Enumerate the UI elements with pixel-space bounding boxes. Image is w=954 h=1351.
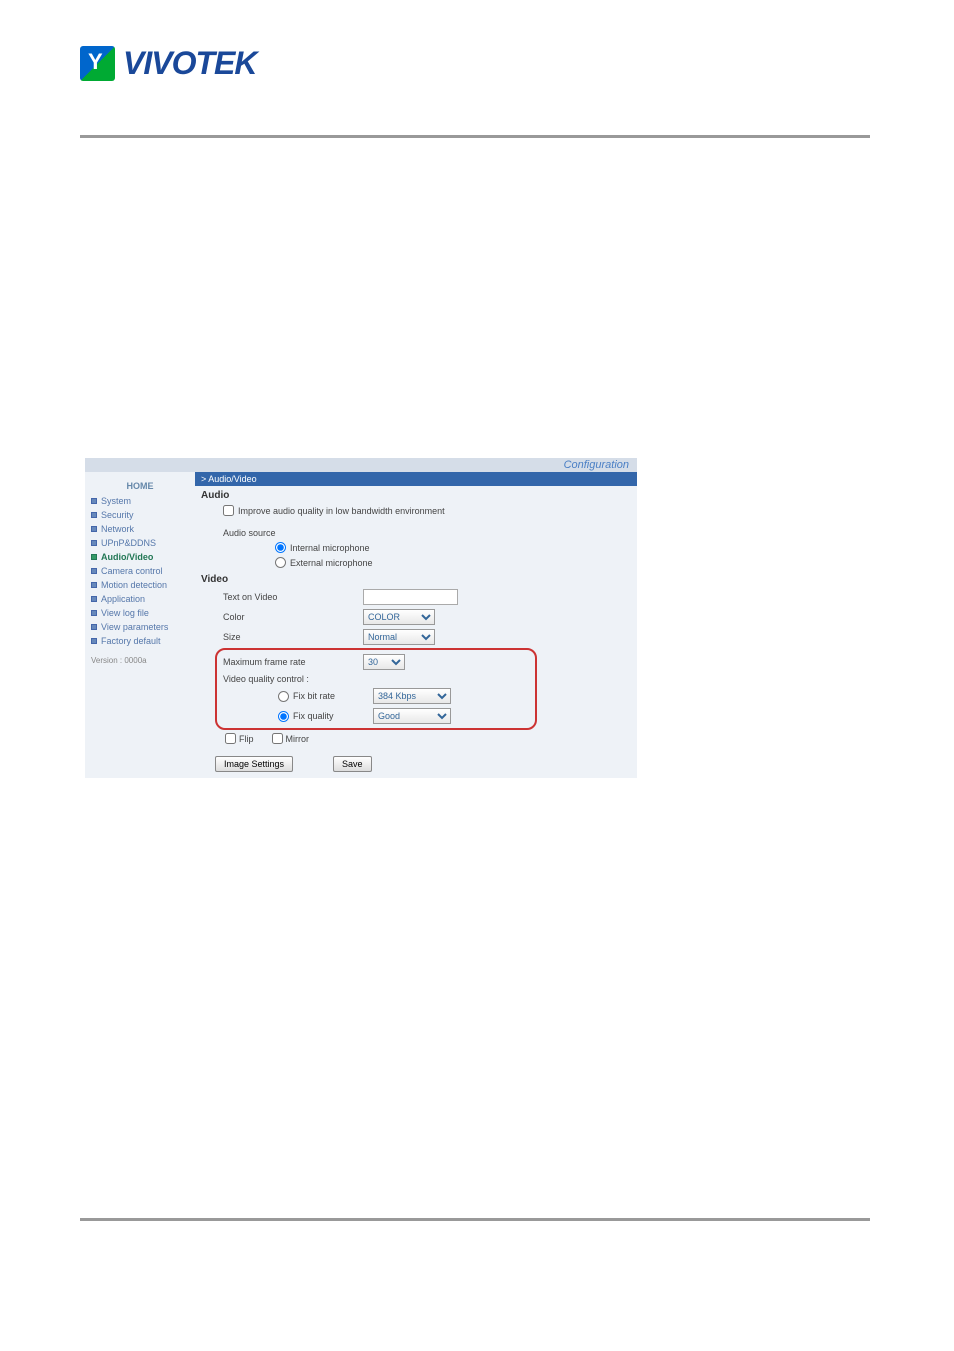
config-panel: Configuration HOME System Security Netwo… [85,458,637,778]
bullet-icon [91,596,97,602]
sidebar-item-label: Audio/Video [101,552,153,562]
fix-bitrate-label: Fix bit rate [293,691,373,701]
fix-quality-select[interactable]: Good [373,708,451,724]
color-row: Color COLOR [195,607,637,627]
improve-audio-checkbox[interactable] [223,505,234,516]
sidebar-item-label: Factory default [101,636,161,646]
improve-audio-row: Improve audio quality in low bandwidth e… [195,503,637,518]
audio-source-label: Audio source [223,528,276,538]
quality-control-label: Video quality control : [223,674,309,684]
sidebar-item-label: Camera control [101,566,163,576]
tab-audio-video: > Audio/Video [195,472,637,486]
sidebar-item-camera-control[interactable]: Camera control [85,564,195,578]
sidebar-item-motion-detection[interactable]: Motion detection [85,578,195,592]
sidebar-item-label: View log file [101,608,149,618]
spacer [195,518,637,526]
save-button[interactable]: Save [333,756,372,772]
sidebar-item-upnp-ddns[interactable]: UPnP&DDNS [85,536,195,550]
bullet-icon [91,610,97,616]
max-frame-row: Maximum frame rate 30 [223,652,533,672]
sidebar-item-security[interactable]: Security [85,508,195,522]
divider-bottom [80,1218,870,1221]
flip-checkbox[interactable] [225,733,236,744]
sidebar-item-label: System [101,496,131,506]
image-settings-button[interactable]: Image Settings [215,756,293,772]
improve-audio-label: Improve audio quality in low bandwidth e… [238,506,445,516]
fix-bitrate-select[interactable]: 384 Kbps [373,688,451,704]
divider-top [80,135,870,138]
fix-bitrate-row: Fix bit rate 384 Kbps [223,686,533,706]
flip-mirror-row: Flip Mirror [195,731,637,746]
mirror-item: Mirror [272,733,310,744]
external-mic-radio[interactable] [275,557,286,568]
video-heading: Video [195,570,637,587]
internal-mic-radio[interactable] [275,542,286,553]
sidebar-item-view-log-file[interactable]: View log file [85,606,195,620]
fix-quality-radio[interactable] [278,711,289,722]
sidebar-item-label: Security [101,510,134,520]
config-body: HOME System Security Network UPnP&DDNS A… [85,472,637,778]
sidebar-item-view-parameters[interactable]: View parameters [85,620,195,634]
flip-label: Flip [239,734,254,744]
config-header: Configuration [85,458,637,472]
bullet-icon [91,526,97,532]
quality-control-row: Video quality control : [223,672,533,686]
bullet-icon [91,554,97,560]
sidebar-home[interactable]: HOME [85,478,195,494]
bullet-icon [91,582,97,588]
sidebar-version: Version : 0000a [85,648,195,667]
external-mic-row: External microphone [195,555,637,570]
sidebar: HOME System Security Network UPnP&DDNS A… [85,472,195,778]
sidebar-item-system[interactable]: System [85,494,195,508]
bullet-icon [91,498,97,504]
mirror-label: Mirror [286,734,310,744]
flip-item: Flip [225,733,254,744]
bullet-icon [91,512,97,518]
bullet-icon [91,624,97,630]
internal-mic-label: Internal microphone [290,543,370,553]
max-frame-select[interactable]: 30 [363,654,405,670]
size-select[interactable]: Normal [363,629,435,645]
fix-quality-label: Fix quality [293,711,373,721]
audio-source-row: Audio source [195,526,637,540]
button-row: Image Settings Save [195,746,637,778]
bullet-icon [91,540,97,546]
text-on-video-row: Text on Video [195,587,637,607]
sidebar-item-network[interactable]: Network [85,522,195,536]
max-frame-label: Maximum frame rate [223,657,363,667]
main-content: > Audio/Video Audio Improve audio qualit… [195,472,637,778]
sidebar-item-label: Application [101,594,145,604]
internal-mic-row: Internal microphone [195,540,637,555]
external-mic-label: External microphone [290,558,373,568]
sidebar-item-label: UPnP&DDNS [101,538,156,548]
bullet-icon [91,638,97,644]
color-select[interactable]: COLOR [363,609,435,625]
sidebar-item-audio-video[interactable]: Audio/Video [85,550,195,564]
size-row: Size Normal [195,627,637,647]
highlight-box: Maximum frame rate 30 Video quality cont… [215,648,537,730]
fix-bitrate-radio[interactable] [278,691,289,702]
size-label: Size [223,632,363,642]
logo: VIVOTEK [80,45,256,82]
sidebar-item-label: Motion detection [101,580,167,590]
text-on-video-input[interactable] [363,589,458,605]
bullet-icon [91,568,97,574]
color-label: Color [223,612,363,622]
sidebar-item-factory-default[interactable]: Factory default [85,634,195,648]
logo-icon [80,46,115,81]
audio-heading: Audio [195,486,637,503]
text-on-video-label: Text on Video [223,592,363,602]
fix-quality-row: Fix quality Good [223,706,533,726]
logo-text: VIVOTEK [123,45,256,82]
sidebar-item-application[interactable]: Application [85,592,195,606]
mirror-checkbox[interactable] [272,733,283,744]
sidebar-item-label: Network [101,524,134,534]
sidebar-item-label: View parameters [101,622,168,632]
